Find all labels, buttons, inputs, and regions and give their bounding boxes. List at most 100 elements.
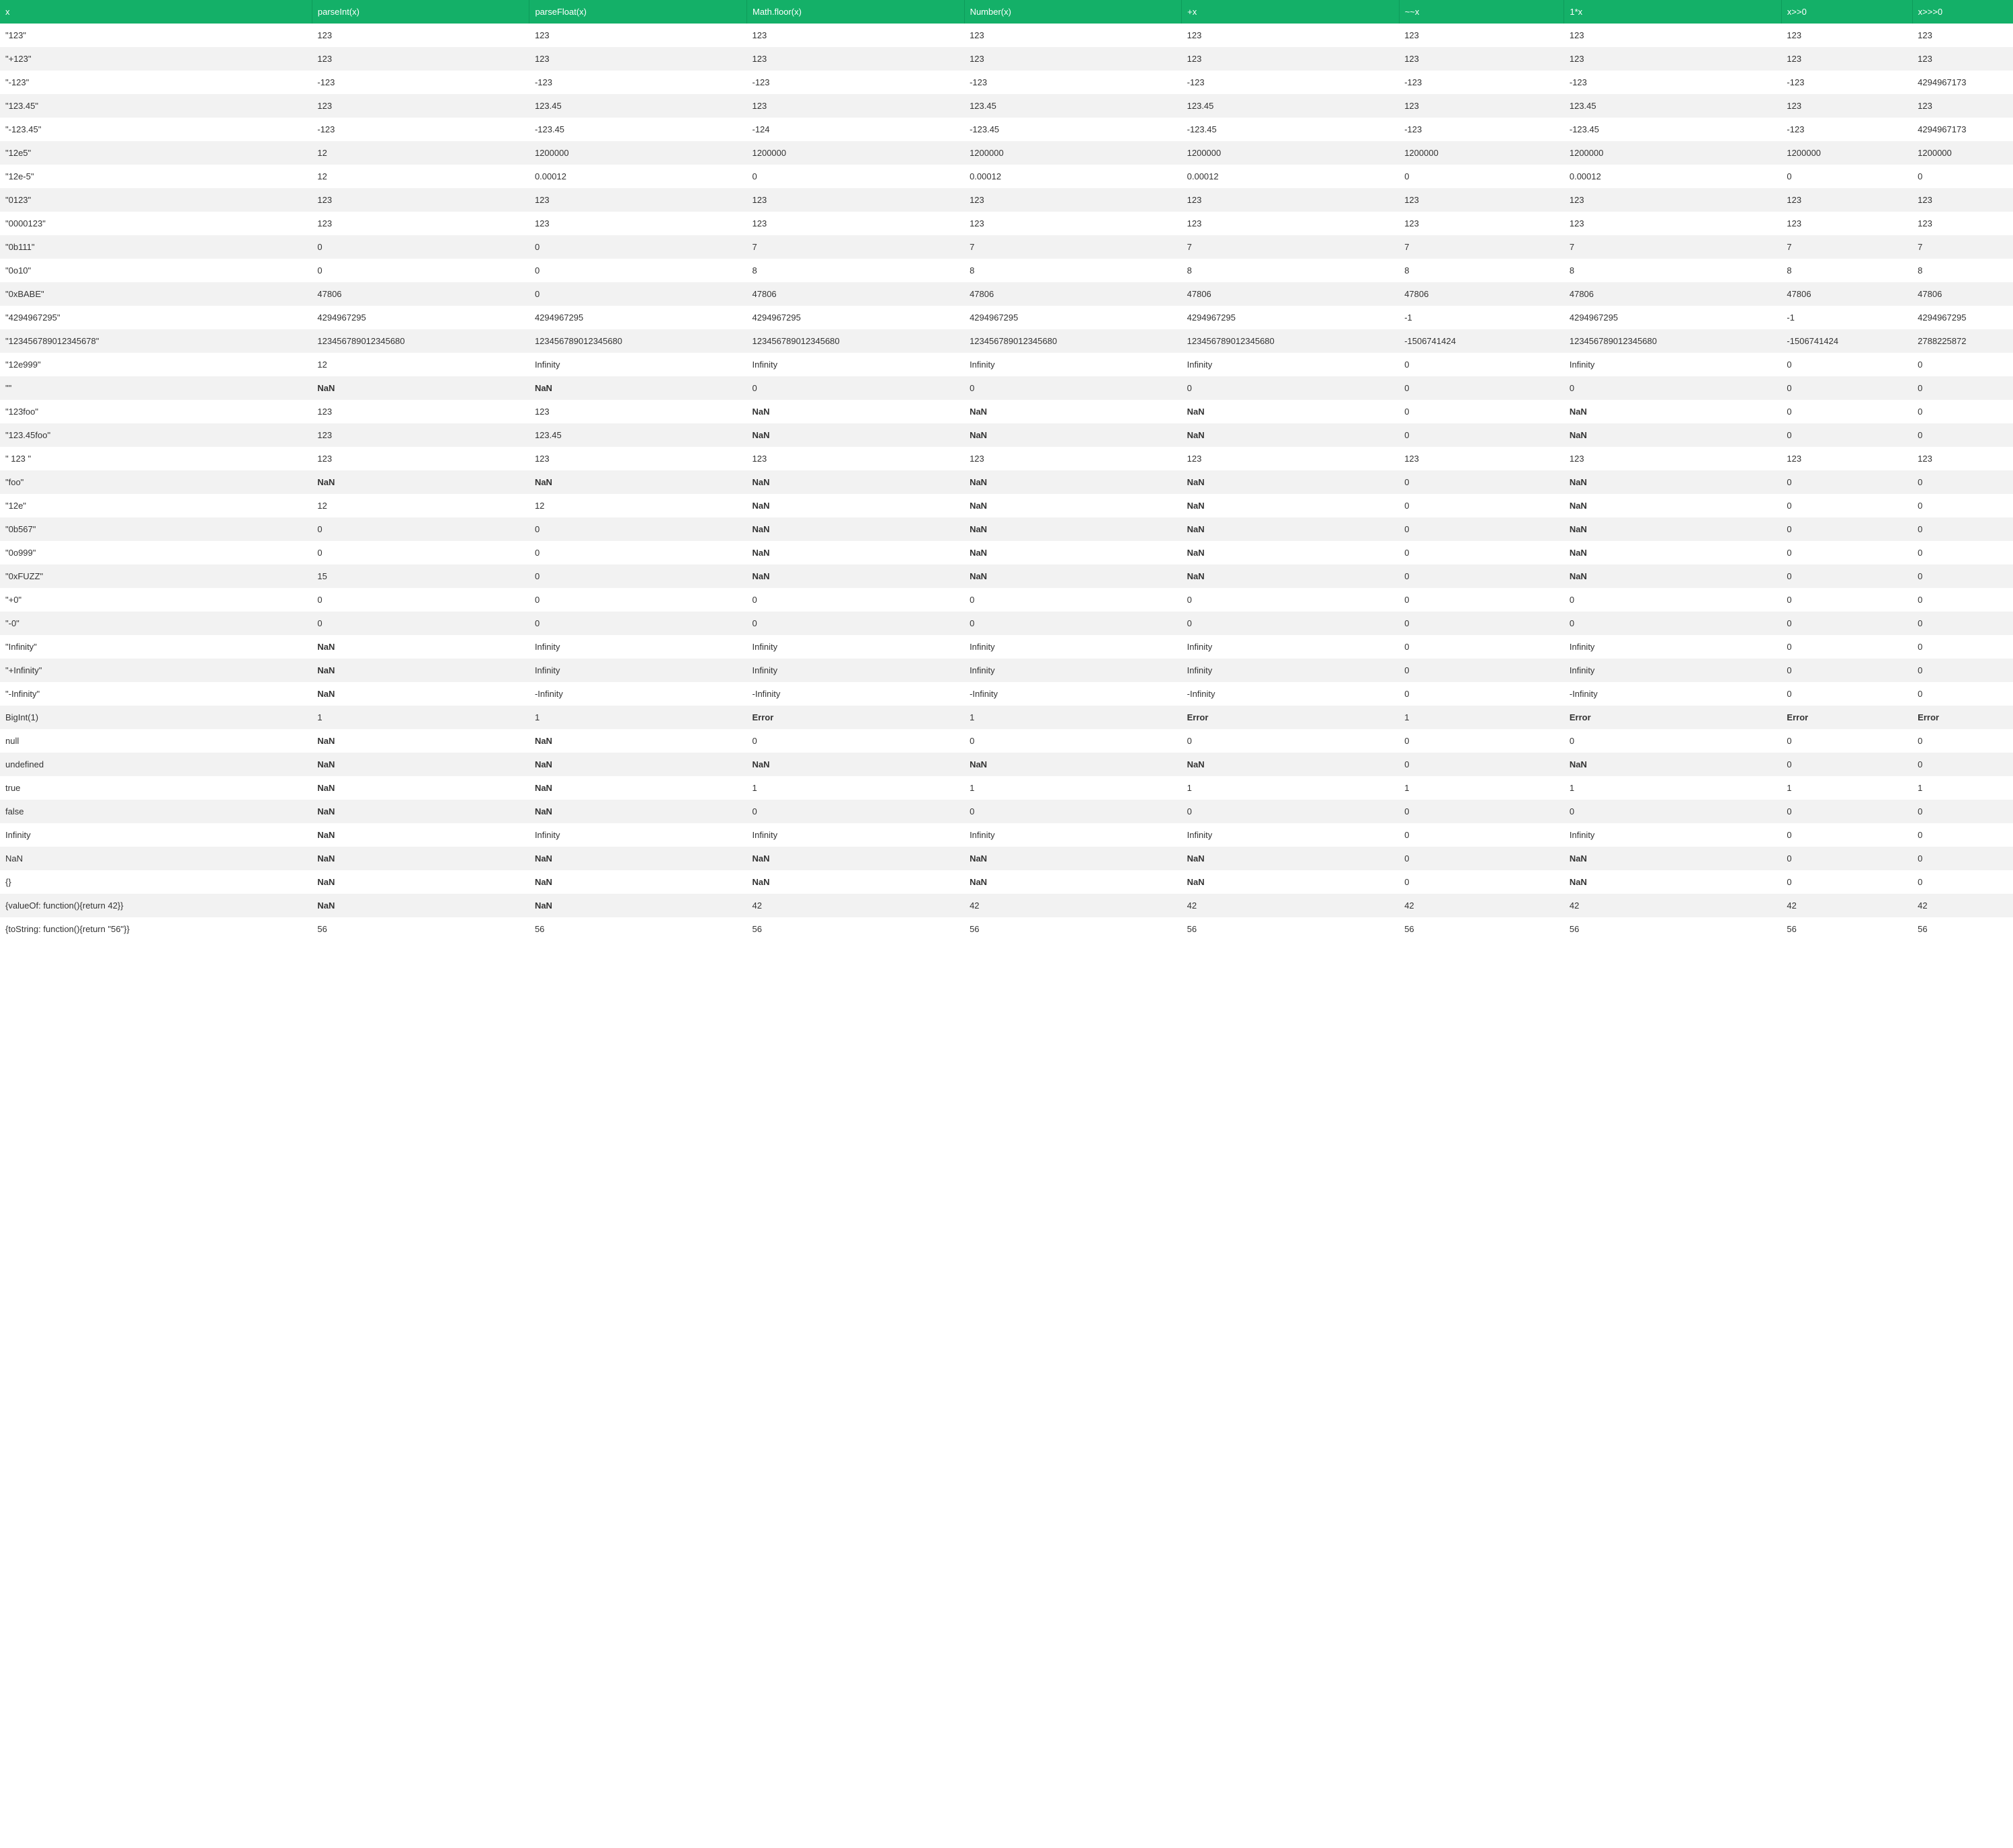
cell-result: 1200000 (1182, 141, 1400, 165)
table-row: trueNaNNaN1111111 (0, 776, 2013, 800)
cell-result: 0 (1399, 659, 1564, 682)
cell-result: NaN (1182, 847, 1400, 870)
cell-result: NaN (747, 470, 965, 494)
table-row: {toString: function(){return "56"}}56565… (0, 917, 2013, 941)
cell-result: 56 (1182, 917, 1400, 941)
cell-result: 123 (964, 47, 1182, 71)
cell-result: NaN (1564, 517, 1782, 541)
cell-result: 56 (1564, 917, 1782, 941)
cell-result: 7 (747, 235, 965, 259)
cell-result: 123.45 (1182, 94, 1400, 118)
cell-result: 0 (1912, 635, 2013, 659)
table-row: "0b111"007777777 (0, 235, 2013, 259)
cell-result: 0 (1781, 612, 1912, 635)
cell-result: 8 (1182, 259, 1400, 282)
cell-result: 56 (1912, 917, 2013, 941)
table-row: "0o999"00NaNNaNNaN0NaN00 (0, 541, 2013, 564)
cell-result: NaN (312, 659, 529, 682)
cell-result: 0 (1781, 517, 1912, 541)
cell-result: Error (1182, 706, 1400, 729)
cell-input: "-Infinity" (0, 682, 312, 706)
cell-result: 123.45 (529, 94, 747, 118)
col-shr: x>>0 (1781, 0, 1912, 24)
cell-result: Infinity (529, 635, 747, 659)
cell-result: 0 (1912, 682, 2013, 706)
cell-result: 0 (312, 588, 529, 612)
table-row: "0xFUZZ"150NaNNaNNaN0NaN00 (0, 564, 2013, 588)
cell-result: -123 (312, 71, 529, 94)
cell-result: 0 (1781, 470, 1912, 494)
cell-result: 123 (747, 24, 965, 47)
table-row: "-123.45"-123-123.45-124-123.45-123.45-1… (0, 118, 2013, 141)
cell-result: NaN (529, 753, 747, 776)
cell-result: NaN (312, 682, 529, 706)
cell-result: Infinity (529, 659, 747, 682)
table-row: "0b567"00NaNNaNNaN0NaN00 (0, 517, 2013, 541)
cell-result: 123 (1399, 212, 1564, 235)
cell-result: Infinity (1182, 823, 1400, 847)
cell-result: Infinity (964, 353, 1182, 376)
cell-result: NaN (1182, 564, 1400, 588)
cell-input: "foo" (0, 470, 312, 494)
cell-result: 42 (964, 894, 1182, 917)
cell-result: 0 (1781, 353, 1912, 376)
cell-result: 1 (1182, 776, 1400, 800)
cell-result: Infinity (747, 823, 965, 847)
cell-input: "4294967295" (0, 306, 312, 329)
cell-result: 0 (1564, 800, 1782, 823)
cell-result: 2788225872 (1912, 329, 2013, 353)
table-row: "-Infinity"NaN-Infinity-Infinity-Infinit… (0, 682, 2013, 706)
cell-result: 123 (1912, 188, 2013, 212)
cell-result: NaN (312, 847, 529, 870)
cell-result: 123 (1182, 447, 1400, 470)
cell-result: -123 (1399, 71, 1564, 94)
cell-result: 0 (1912, 588, 2013, 612)
cell-result: 7 (1912, 235, 2013, 259)
table-row: undefinedNaNNaNNaNNaNNaN0NaN00 (0, 753, 2013, 776)
cell-result: NaN (1564, 541, 1782, 564)
cell-result: 0 (964, 729, 1182, 753)
cell-result: 0.00012 (1182, 165, 1400, 188)
cell-result: NaN (747, 870, 965, 894)
cell-result: 1 (1912, 776, 2013, 800)
cell-result: 0 (1912, 823, 2013, 847)
cell-input: "0b111" (0, 235, 312, 259)
cell-result: 8 (964, 259, 1182, 282)
cell-result: 47806 (1564, 282, 1782, 306)
cell-result: Infinity (964, 635, 1182, 659)
cell-result: 123 (1912, 447, 2013, 470)
cell-result: NaN (529, 729, 747, 753)
cell-result: NaN (1564, 423, 1782, 447)
cell-input: "0xFUZZ" (0, 564, 312, 588)
cell-result: 4294967173 (1912, 71, 2013, 94)
cell-input: Infinity (0, 823, 312, 847)
cell-result: NaN (747, 400, 965, 423)
cell-result: NaN (747, 753, 965, 776)
cell-input: "+0" (0, 588, 312, 612)
cell-result: 47806 (964, 282, 1182, 306)
col-double-not: ~~x (1399, 0, 1564, 24)
cell-result: 0 (1399, 494, 1564, 517)
cell-result: -Infinity (1564, 682, 1782, 706)
cell-result: Infinity (964, 659, 1182, 682)
cell-result: 47806 (312, 282, 529, 306)
cell-result: 0 (1182, 729, 1400, 753)
cell-result: 0 (1564, 729, 1782, 753)
col-number: Number(x) (964, 0, 1182, 24)
cell-result: 0 (529, 517, 747, 541)
cell-result: 123 (964, 24, 1182, 47)
cell-result: 0 (1912, 847, 2013, 870)
cell-result: NaN (964, 494, 1182, 517)
cell-result: 0 (1781, 823, 1912, 847)
cell-result: 8 (1912, 259, 2013, 282)
cell-result: 0 (529, 282, 747, 306)
cell-result: 0 (1182, 588, 1400, 612)
cell-result: 0 (1912, 494, 2013, 517)
cell-result: 123 (1912, 212, 2013, 235)
cell-result: 12 (312, 353, 529, 376)
cell-result: Infinity (747, 659, 965, 682)
cell-result: Infinity (1182, 659, 1400, 682)
cell-result: 1200000 (529, 141, 747, 165)
cell-result: -123.45 (1182, 118, 1400, 141)
cell-result: 4294967295 (1912, 306, 2013, 329)
